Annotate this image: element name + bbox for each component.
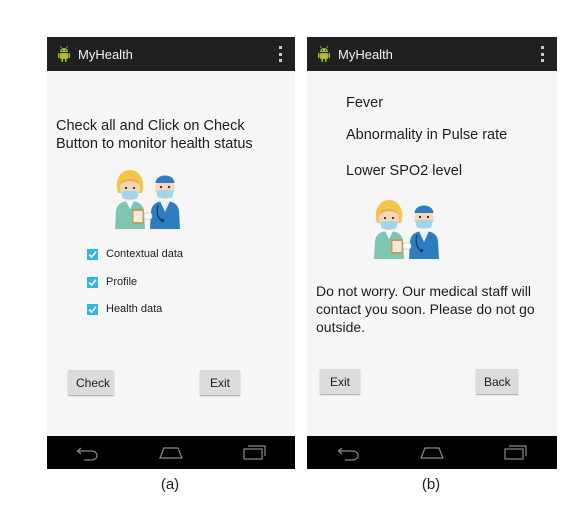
caption-b: (b) xyxy=(421,476,441,493)
android-robot-icon xyxy=(57,45,71,63)
app-title: MyHealth xyxy=(78,46,133,62)
overflow-menu-icon[interactable] xyxy=(541,46,545,62)
system-nav-bar xyxy=(47,436,295,469)
symptom-pulse: Abnormality in Pulse rate xyxy=(346,127,508,143)
app-title: MyHealth xyxy=(338,46,393,62)
back-button[interactable]: Back xyxy=(476,369,518,394)
checkbox-label: Profile xyxy=(106,276,138,288)
exit-button[interactable]: Exit xyxy=(200,370,240,395)
checkbox-label: Health data xyxy=(106,303,163,315)
doctors-illustration xyxy=(373,199,440,259)
doctors-illustration xyxy=(114,169,181,229)
phone-screen-b: MyHealth Fever Abnormality in Pulse rate… xyxy=(307,37,557,469)
checkbox-checked-icon[interactable] xyxy=(87,303,98,315)
phone-screen-a: MyHealth Check all and Click on Check Bu… xyxy=(47,37,295,469)
recents-nav-icon[interactable] xyxy=(503,444,527,462)
instruction-text: Check all and Click on Check Button to m… xyxy=(56,118,253,152)
recents-nav-icon[interactable] xyxy=(242,444,266,462)
checkbox-label: Contextual data xyxy=(106,248,184,260)
checkbox-contextual-data[interactable]: Contextual data xyxy=(87,248,183,260)
symptom-spo2: Lower SPO2 level xyxy=(346,163,463,179)
symptom-fever: Fever xyxy=(346,95,384,111)
action-bar: MyHealth xyxy=(307,37,557,71)
home-nav-icon[interactable] xyxy=(159,444,183,462)
overflow-menu-icon[interactable] xyxy=(279,46,283,62)
checkbox-profile[interactable]: Profile xyxy=(87,276,137,288)
caption-a: (a) xyxy=(160,476,180,493)
check-button[interactable]: Check xyxy=(68,370,114,395)
exit-button[interactable]: Exit xyxy=(320,369,360,394)
back-nav-icon[interactable] xyxy=(337,444,361,462)
advice-text: Do not worry. Our medical staff will con… xyxy=(316,283,535,335)
checkbox-checked-icon[interactable] xyxy=(87,276,98,288)
action-bar: MyHealth xyxy=(47,37,295,71)
system-nav-bar xyxy=(307,436,557,469)
checkbox-checked-icon[interactable] xyxy=(87,248,98,260)
android-robot-icon xyxy=(317,45,331,63)
home-nav-icon[interactable] xyxy=(420,444,444,462)
back-nav-icon[interactable] xyxy=(76,444,100,462)
checkbox-health-data[interactable]: Health data xyxy=(87,303,162,315)
